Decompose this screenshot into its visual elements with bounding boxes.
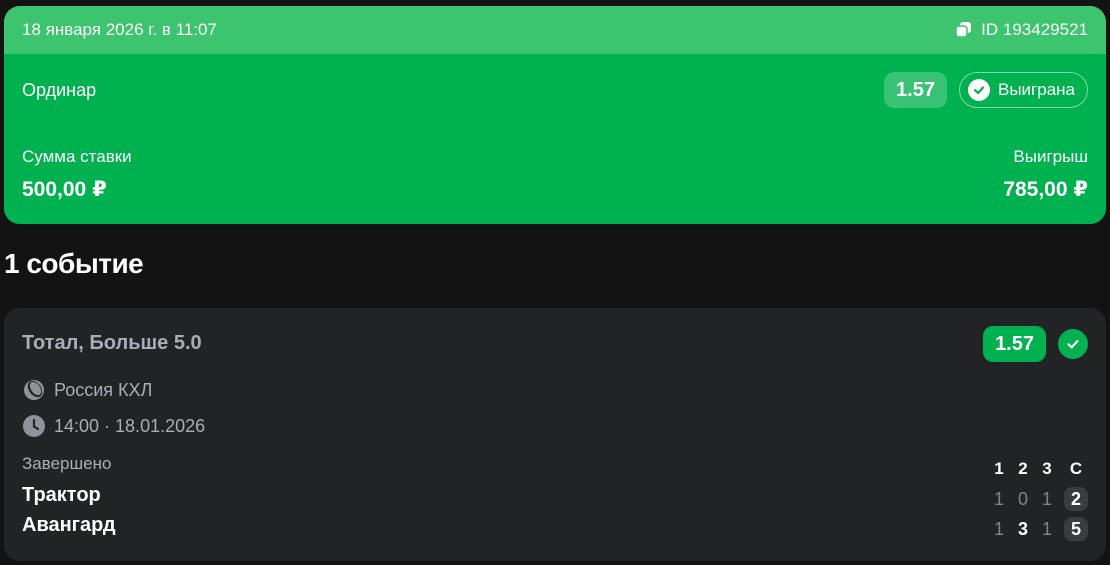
bet-id-copy[interactable]: ID 193429521 xyxy=(955,20,1088,40)
period-score: 3 xyxy=(1017,518,1028,539)
league-line: Россия КХЛ xyxy=(22,378,152,402)
bet-body: Ординар 1.57 Выиграна Сумма ставки 500,0… xyxy=(4,54,1106,224)
bet-id: ID 193429521 xyxy=(981,20,1088,39)
stake-label: Сумма ставки xyxy=(22,147,132,166)
hockey-puck-icon xyxy=(24,380,44,400)
period-header: 1 xyxy=(994,459,1004,478)
bet-card: 18 января 2026 г. в 11:07 ID 193429521 О… xyxy=(4,6,1106,224)
events-title: 1 событие xyxy=(4,248,144,279)
scoreboard: 1 2 3 С 1 0 1 2 1 3 1 5 xyxy=(987,454,1088,544)
stake-block: Сумма ставки 500,00 ₽ xyxy=(22,147,132,202)
bet-datetime: 18 января 2026 г. в 11:07 xyxy=(22,20,217,39)
bet-header: 18 января 2026 г. в 11:07 ID 193429521 xyxy=(4,6,1106,54)
team-away: Авангард xyxy=(22,514,116,536)
win-value: 785,00 ₽ xyxy=(1003,178,1088,201)
win-label: Выигрыш xyxy=(1013,147,1088,166)
period-header: 3 xyxy=(1042,459,1052,478)
team-home: Трактор xyxy=(22,484,101,506)
check-icon xyxy=(967,79,990,101)
clock-icon xyxy=(23,415,45,437)
score-header-row: 1 2 3 С xyxy=(987,454,1088,484)
total-score: 5 xyxy=(1064,517,1088,541)
total-score: 2 xyxy=(1064,487,1088,511)
league-name: Россия КХЛ xyxy=(54,379,153,400)
bet-type: Ординар xyxy=(22,79,97,100)
period-score: 1 xyxy=(993,488,1004,509)
period-score: 1 xyxy=(1041,518,1052,539)
win-block: Выигрыш 785,00 ₽ xyxy=(1003,147,1088,202)
status-badge: Выиграна xyxy=(958,72,1088,108)
check-icon xyxy=(1058,329,1088,359)
match-status: Завершено xyxy=(22,454,112,473)
event-card[interactable]: Тотал, Больше 5.0 1.57 Россия КХЛ 14:00 … xyxy=(4,308,1106,561)
total-header: С xyxy=(1069,459,1083,478)
period-score: 1 xyxy=(993,518,1004,539)
copy-icon[interactable] xyxy=(955,21,973,39)
event-coefficient: 1.57 xyxy=(983,326,1046,362)
market-title: Тотал, Больше 5.0 xyxy=(22,332,202,354)
bet-coefficient: 1.57 xyxy=(884,72,947,108)
score-row-away: 1 3 1 5 xyxy=(987,514,1088,544)
score-row-home: 1 0 1 2 xyxy=(987,484,1088,514)
time-line: 14:00 · 18.01.2026 xyxy=(22,414,205,438)
event-time: 14:00 · 18.01.2026 xyxy=(54,415,206,436)
period-score: 1 xyxy=(1041,488,1052,509)
period-score: 0 xyxy=(1017,488,1028,509)
period-header: 2 xyxy=(1018,459,1028,478)
stake-value: 500,00 ₽ xyxy=(22,178,107,201)
status-label: Выиграна xyxy=(997,80,1075,99)
